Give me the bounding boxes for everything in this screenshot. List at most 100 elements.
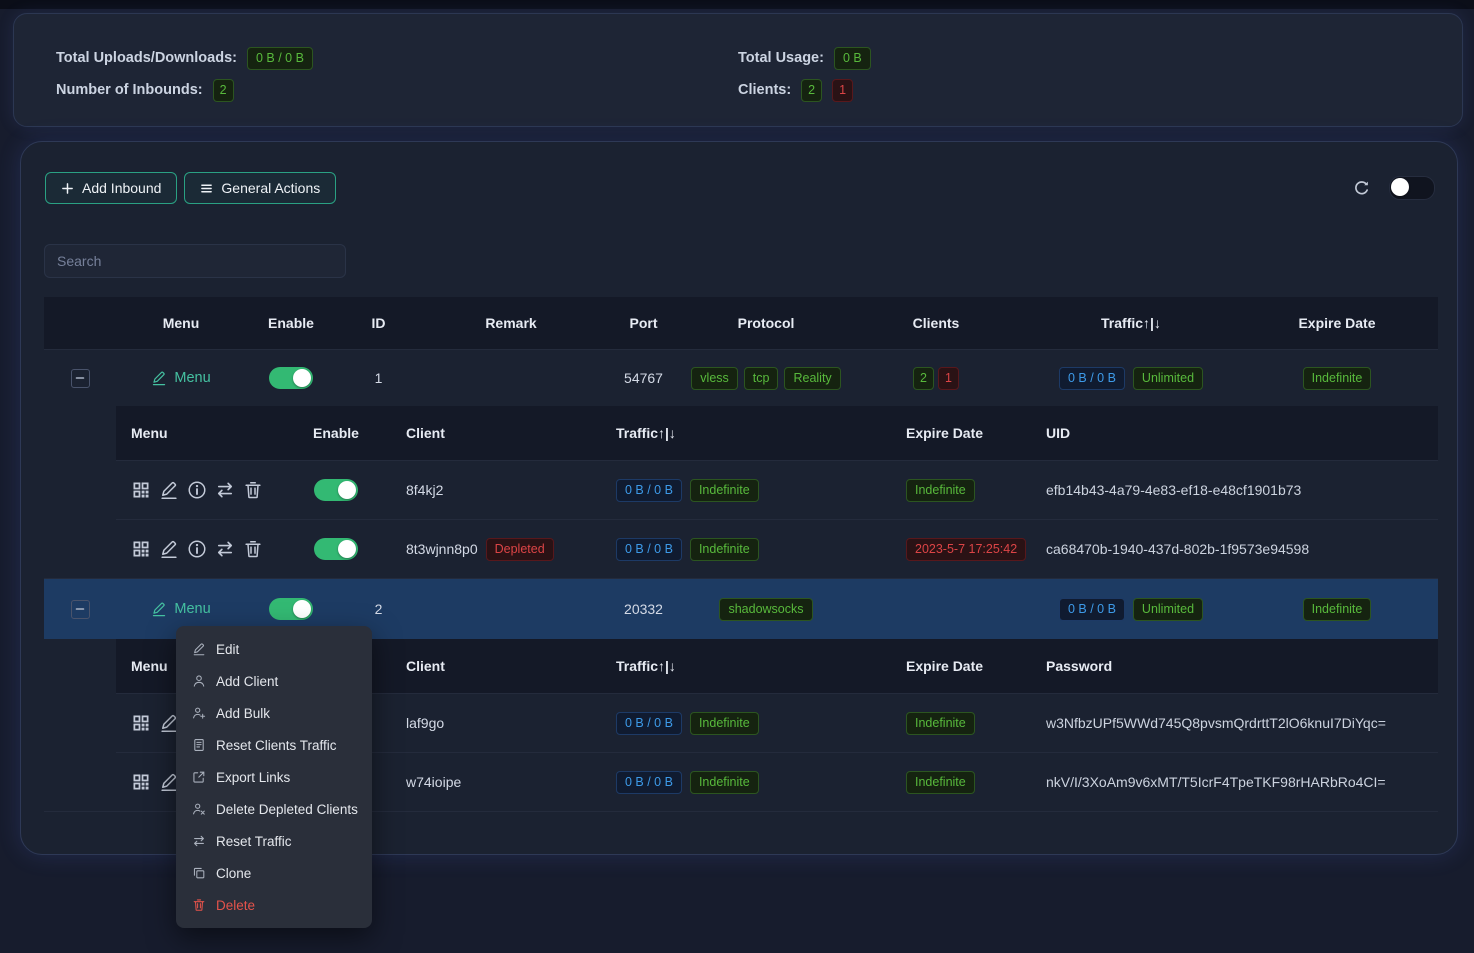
inbounds-count-value: 2	[213, 79, 234, 102]
clients-label: Clients:	[738, 82, 791, 98]
client-info-button[interactable]	[187, 480, 207, 500]
refresh-icon[interactable]	[1353, 180, 1370, 197]
search-input[interactable]	[44, 244, 346, 278]
depleted-badge: Depleted	[486, 538, 554, 561]
client-traffic-badge: 0 B / 0 B	[616, 538, 682, 561]
general-actions-button[interactable]: General Actions	[184, 172, 336, 204]
stat-number-of-inbounds: Number of Inbounds: 2	[56, 74, 313, 106]
edit-client-button[interactable]	[159, 539, 179, 559]
inbound-1-expire-badge: Indefinite	[1303, 367, 1372, 390]
client-col-traffic-sort[interactable]: Traffic↑|↓	[586, 658, 876, 674]
client-col-menu: Menu	[116, 425, 286, 441]
client-table-1: Menu Enable Client Traffic↑|↓ Expire Dat…	[116, 406, 1438, 578]
client-col-traffic-sort[interactable]: Traffic↑|↓	[586, 425, 876, 441]
minus-icon	[75, 604, 85, 614]
qr-code-button[interactable]	[131, 772, 151, 792]
menu-item-delete[interactable]: Delete	[176, 889, 372, 921]
client-expire-badge: Indefinite	[906, 479, 975, 502]
client-name: laf9go	[386, 715, 586, 731]
client-name: 8t3wjnn8p0	[406, 541, 478, 557]
column-header-enable: Enable	[246, 315, 336, 331]
inbound-1-id: 1	[336, 370, 421, 386]
menu-bars-icon	[200, 182, 213, 195]
column-header-menu: Menu	[116, 315, 246, 331]
client-traffic-badge: 0 B / 0 B	[616, 712, 682, 735]
protocol-badge: vless	[691, 367, 737, 390]
client-col-expire: Expire Date	[876, 658, 1036, 674]
client-table-1-header: Menu Enable Client Traffic↑|↓ Expire Dat…	[116, 406, 1438, 460]
edit-icon	[192, 642, 206, 656]
reset-client-traffic-button[interactable]	[215, 539, 235, 559]
inbound-1-enable-toggle[interactable]	[269, 367, 313, 389]
menu-item-label: Reset Clients Traffic	[216, 738, 337, 753]
client-expire-badge: 2023-5-7 17:25:42	[906, 538, 1026, 561]
stat-clients: Clients: 2 1	[738, 74, 871, 106]
inbound-1-menu-label: Menu	[174, 370, 210, 386]
client-actions	[116, 539, 286, 559]
user-icon	[192, 674, 206, 688]
inbound-2-menu-button[interactable]: Menu	[151, 601, 210, 617]
stats-left-column: Total Uploads/Downloads: 0 B / 0 B Numbe…	[56, 42, 313, 106]
stat-uploads-downloads: Total Uploads/Downloads: 0 B / 0 B	[56, 42, 313, 74]
client-info-button[interactable]	[187, 539, 207, 559]
export-icon	[192, 770, 206, 784]
protocol-badge: Reality	[784, 367, 840, 390]
delete-client-button[interactable]	[243, 539, 263, 559]
client-traffic-limit-badge: Indefinite	[690, 538, 759, 561]
delete-client-button[interactable]	[243, 480, 263, 500]
column-header-id: ID	[336, 315, 421, 331]
qr-code-button[interactable]	[131, 713, 151, 733]
menu-item-add-client[interactable]: Add Client	[176, 665, 372, 697]
menu-item-edit[interactable]: Edit	[176, 633, 372, 665]
client-col-expire: Expire Date	[876, 425, 1036, 441]
add-inbound-label: Add Inbound	[82, 180, 161, 196]
top-strip	[0, 0, 1474, 9]
menu-item-label: Reset Traffic	[216, 834, 292, 849]
inbound-2-enable-toggle[interactable]	[269, 598, 313, 620]
protocol-badge: tcp	[744, 367, 779, 390]
inbound-1-menu-button[interactable]: Menu	[151, 370, 210, 386]
menu-item-delete-depleted-clients[interactable]: Delete Depleted Clients	[176, 793, 372, 825]
collapse-inbound-2-button[interactable]	[71, 600, 90, 619]
client-traffic-limit-badge: Indefinite	[690, 479, 759, 502]
menu-item-label: Edit	[216, 642, 239, 657]
menu-item-reset-traffic[interactable]: Reset Traffic	[176, 825, 372, 857]
reset-client-traffic-button[interactable]	[215, 480, 235, 500]
menu-item-label: Add Client	[216, 674, 278, 689]
swap-arrows-icon	[192, 834, 206, 848]
client-enable-toggle[interactable]	[314, 479, 358, 501]
client-enable-toggle[interactable]	[314, 538, 358, 560]
client-col-client: Client	[386, 425, 586, 441]
menu-item-export-links[interactable]: Export Links	[176, 761, 372, 793]
menu-item-label: Add Bulk	[216, 706, 270, 721]
theme-toggle[interactable]	[1389, 176, 1435, 200]
qr-code-button[interactable]	[131, 539, 151, 559]
clients-active-badge: 2	[801, 79, 822, 102]
inbound-1-clients-active-badge: 2	[913, 367, 934, 390]
column-header-port: Port	[601, 315, 686, 331]
inbounds-card: Add Inbound General Actions Menu Enable …	[20, 141, 1458, 855]
add-inbound-button[interactable]: Add Inbound	[45, 172, 177, 204]
inbound-2-id: 2	[336, 601, 421, 617]
menu-item-clone[interactable]: Clone	[176, 857, 372, 889]
column-header-expire: Expire Date	[1236, 315, 1438, 331]
client-traffic-limit-badge: Indefinite	[690, 771, 759, 794]
client-traffic-limit-badge: Indefinite	[690, 712, 759, 735]
inbound-2-traffic-limit-badge: Unlimited	[1133, 598, 1203, 621]
clients-depleted-badge: 1	[832, 79, 853, 102]
collapse-inbound-1-button[interactable]	[71, 369, 90, 388]
minus-icon	[75, 373, 85, 383]
edit-client-button[interactable]	[159, 480, 179, 500]
client-uid: ca68470b-1940-437d-802b-1f9573e94598	[1036, 541, 1438, 557]
qr-code-button[interactable]	[131, 480, 151, 500]
trash-icon	[192, 898, 206, 912]
inbound-1-traffic-limit-badge: Unlimited	[1133, 367, 1203, 390]
protocol-badge: shadowsocks	[719, 598, 812, 621]
menu-item-add-bulk[interactable]: Add Bulk	[176, 697, 372, 729]
menu-item-reset-clients-traffic[interactable]: Reset Clients Traffic	[176, 729, 372, 761]
menu-item-label: Delete Depleted Clients	[216, 802, 358, 817]
inbound-2-traffic-badge: 0 B / 0 B	[1059, 598, 1125, 621]
client-uid: efb14b43-4a79-4e83-ef18-e48cf1901b73	[1036, 482, 1438, 498]
inbound-context-menu: Edit Add Client Add Bulk Reset Clients T…	[176, 626, 372, 928]
column-header-traffic-sort[interactable]: Traffic↑|↓	[1026, 315, 1236, 331]
